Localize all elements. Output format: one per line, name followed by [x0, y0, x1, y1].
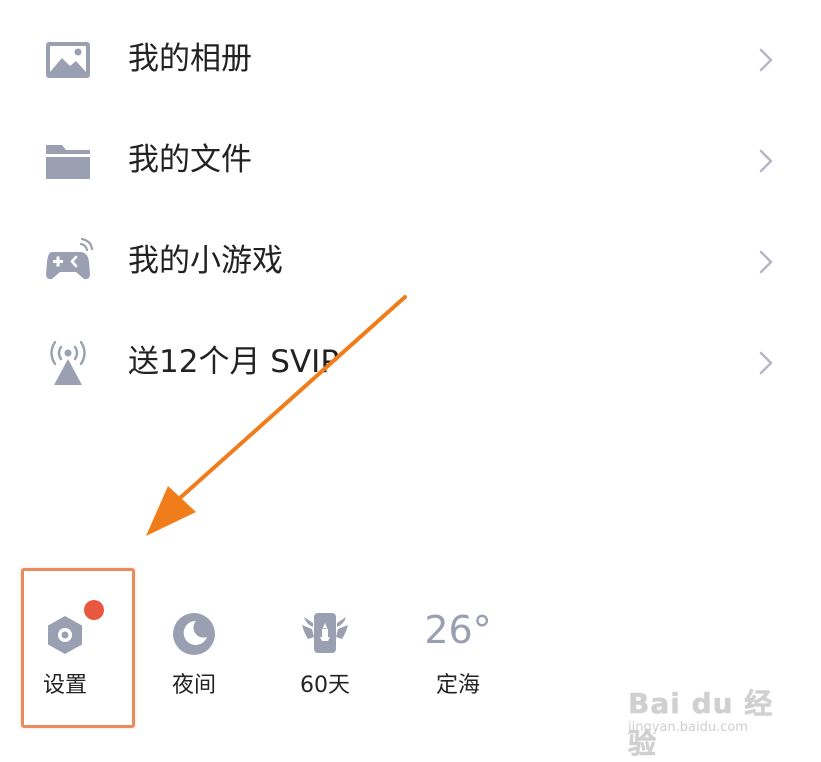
menu-item-label: 我的小游戏: [128, 243, 283, 279]
settings-highlight-box: [21, 568, 135, 728]
weather-widget[interactable]: 26° 定海: [408, 595, 508, 715]
moon-icon: [173, 613, 215, 655]
winged-badge-icon: [302, 613, 348, 653]
chevron-right-icon: [759, 149, 773, 173]
photo-album-icon: [46, 42, 90, 78]
gamepad-icon: [46, 238, 94, 280]
weather-temperature: 26°: [424, 608, 492, 652]
weather-city-label: 定海: [435, 673, 480, 698]
night-mode-button[interactable]: 夜间: [144, 595, 244, 715]
night-mode-label: 夜间: [171, 673, 216, 698]
menu-item-files[interactable]: 我的文件: [0, 109, 821, 210]
baidu-jingyan-watermark: Bai du 经验 jingyan.baidu.com: [628, 682, 788, 760]
chevron-right-icon: [759, 250, 773, 274]
broadcast-tower-icon: [50, 340, 86, 385]
menu-item-label: 送12个月 SVIP: [128, 344, 340, 380]
days-badge-button[interactable]: 60天: [275, 595, 375, 715]
menu-item-album[interactable]: 我的相册: [0, 8, 821, 109]
chevron-right-icon: [759, 48, 773, 72]
menu-item-minigames[interactable]: 我的小游戏: [0, 210, 821, 311]
menu-list: 我的相册 我的文件 我的小游戏 送12个月 SVIP: [0, 8, 821, 412]
menu-item-label: 我的相册: [128, 41, 252, 77]
chevron-right-icon: [759, 351, 773, 375]
watermark-url-text: jingyan.baidu.com: [628, 720, 748, 735]
folder-icon: [46, 145, 90, 179]
days-label: 60天: [300, 673, 350, 698]
menu-item-svip[interactable]: 送12个月 SVIP: [0, 311, 821, 412]
menu-item-label: 我的文件: [128, 142, 252, 178]
